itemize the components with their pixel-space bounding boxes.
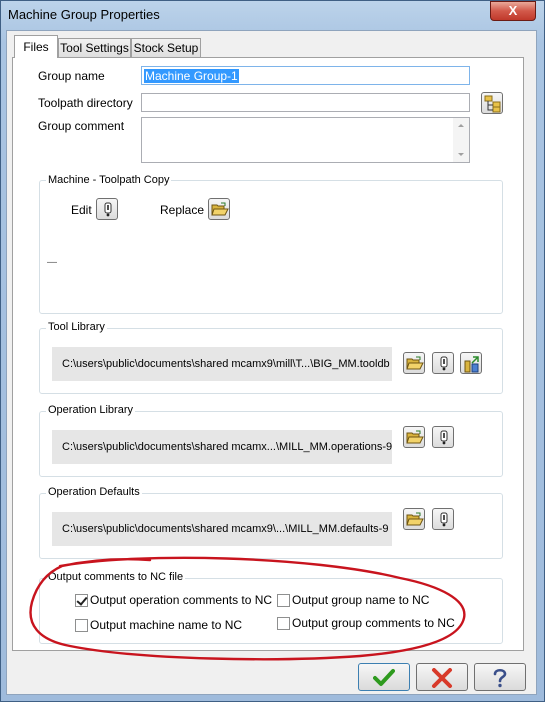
output-group-name-checkbox[interactable]	[277, 594, 290, 607]
folder-tree-icon	[484, 95, 501, 113]
help-button[interactable]	[474, 663, 526, 691]
edit-icon	[104, 202, 112, 217]
operation-library-path: C:\users\public\documents\shared mcamx..…	[52, 430, 392, 464]
group-comment-label: Group comment	[38, 119, 125, 133]
open-folder-icon	[211, 202, 229, 216]
operation-library-title: Operation Library	[46, 404, 135, 416]
operation-defaults-edit-button[interactable]	[432, 508, 454, 530]
operation-defaults-title: Operation Defaults	[46, 486, 142, 498]
edit-label: Edit	[71, 203, 92, 217]
operation-library-open-button[interactable]	[403, 426, 425, 448]
toolpath-directory-label: Toolpath directory	[38, 96, 133, 110]
tab-tool-settings-label: Tool Settings	[60, 41, 129, 55]
edit-icon	[440, 356, 448, 371]
group-name-label: Group name	[38, 69, 105, 83]
open-folder-icon	[406, 430, 424, 444]
tab-files-label: Files	[23, 40, 49, 54]
scroll-arrows-icon	[458, 124, 464, 156]
group-name-input[interactable]: Machine Group-1	[141, 66, 470, 85]
machine-toolpath-copy-title: Machine - Toolpath Copy	[46, 174, 172, 186]
cancel-x-icon	[432, 668, 452, 688]
tool-manager-icon	[464, 356, 479, 373]
tool-library-edit-button[interactable]	[432, 352, 454, 374]
edit-icon	[440, 512, 448, 527]
tab-tool-settings[interactable]: Tool Settings	[58, 38, 131, 57]
tool-manager-button[interactable]	[460, 352, 482, 374]
cancel-button[interactable]	[416, 663, 468, 691]
output-comments-group	[39, 578, 503, 644]
open-folder-icon	[406, 512, 424, 526]
output-operation-comments-label[interactable]: Output operation comments to NC	[90, 593, 272, 607]
group-name-value: Machine Group-1	[144, 69, 239, 83]
ok-check-icon	[373, 669, 395, 686]
close-icon: X	[508, 3, 518, 18]
tab-stock-setup-label: Stock Setup	[133, 41, 199, 55]
close-button[interactable]: X	[490, 1, 536, 21]
tool-library-title: Tool Library	[46, 321, 107, 333]
output-operation-comments-checkbox[interactable]	[75, 594, 88, 607]
scroll-up-icon	[458, 124, 464, 127]
tool-library-open-button[interactable]	[403, 352, 425, 374]
ok-button[interactable]	[358, 663, 410, 691]
edit-machine-button[interactable]	[96, 198, 118, 220]
browse-directory-button[interactable]	[481, 92, 503, 114]
output-comments-title: Output comments to NC file	[46, 571, 186, 583]
tab-files[interactable]: Files	[14, 35, 58, 58]
tool-library-path: C:\users\public\documents\shared mcamx9\…	[52, 347, 392, 381]
open-folder-icon	[406, 356, 424, 370]
operation-defaults-open-button[interactable]	[403, 508, 425, 530]
edit-icon	[440, 430, 448, 445]
replace-label: Replace	[160, 203, 205, 217]
help-icon	[493, 668, 507, 688]
operation-library-edit-button[interactable]	[432, 426, 454, 448]
toolpath-directory-input[interactable]	[141, 93, 470, 112]
tab-stock-setup[interactable]: Stock Setup	[131, 38, 201, 57]
output-machine-name-label[interactable]: Output machine name to NC	[90, 618, 242, 632]
machine-info-text: —	[47, 257, 57, 268]
window-title: Machine Group Properties	[8, 7, 160, 22]
output-group-name-label[interactable]: Output group name to NC	[292, 593, 429, 607]
scroll-down-icon	[458, 153, 464, 156]
output-group-comments-label[interactable]: Output group comments to NC	[292, 616, 455, 630]
comment-scrollbar[interactable]	[453, 118, 469, 162]
group-comment-textarea[interactable]	[141, 117, 470, 163]
output-group-comments-checkbox[interactable]	[277, 617, 290, 630]
replace-machine-button[interactable]	[208, 198, 230, 220]
operation-defaults-path: C:\users\public\documents\shared mcamx9\…	[52, 512, 392, 546]
output-machine-name-checkbox[interactable]	[75, 619, 88, 632]
